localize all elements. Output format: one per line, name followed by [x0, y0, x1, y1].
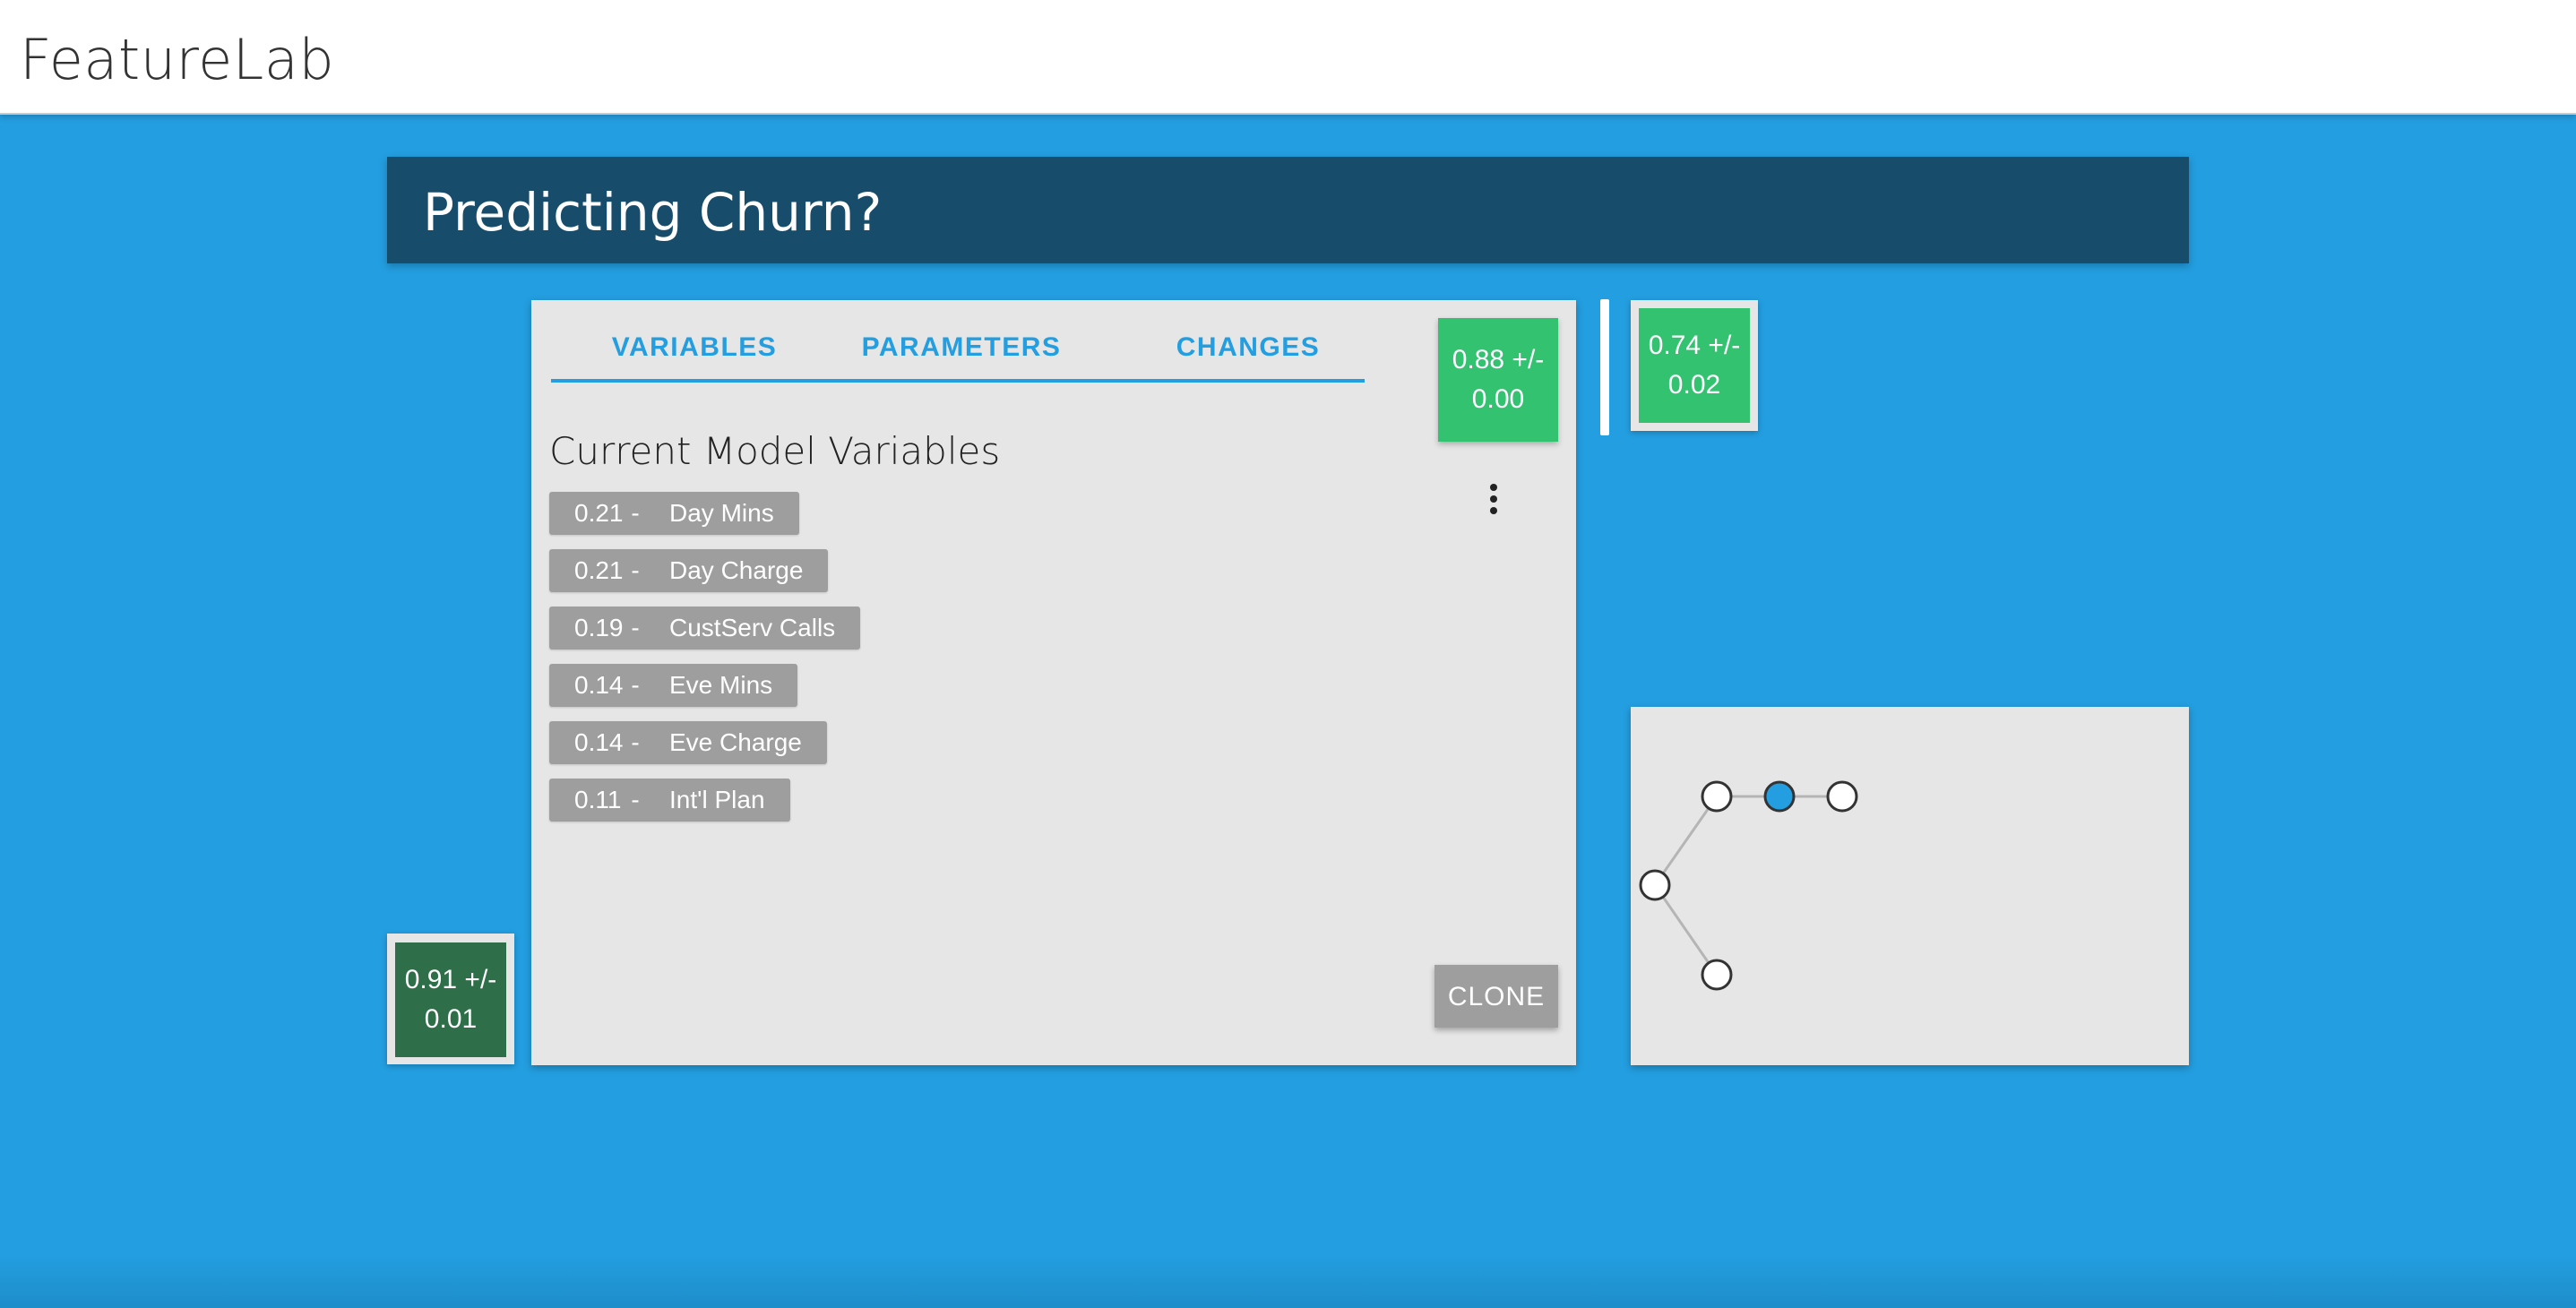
variable-name: Int'l Plan	[669, 786, 765, 813]
tree-node[interactable]	[1826, 780, 1858, 813]
tab-parameters[interactable]: PARAMETERS	[818, 325, 1105, 379]
variable-chip[interactable]: 0.21 - Day Charge	[549, 549, 829, 592]
variable-separator: -	[631, 728, 640, 756]
variable-name: Eve Mins	[669, 671, 773, 699]
variable-list: 0.21 - Day Mins 0.21 - Day Charge 0.19 -…	[549, 492, 861, 836]
variable-chip[interactable]: 0.11 - Int'l Plan	[549, 779, 790, 822]
next-model-score[interactable]: 0.74 +/- 0.02	[1639, 308, 1750, 423]
page-title: Predicting Churn?	[423, 182, 883, 243]
variable-separator: -	[631, 499, 640, 527]
variable-importance: 0.14	[574, 728, 624, 756]
model-history-tree	[1631, 707, 2189, 1065]
dot	[1490, 484, 1497, 491]
model-tabs: VARIABLES PARAMETERS CHANGES	[551, 325, 1365, 383]
history-tree-graph	[1639, 780, 1858, 991]
next-score-error: 0.02	[1667, 370, 1721, 400]
variable-name: Eve Charge	[669, 728, 802, 756]
previous-score-value: 0.91 +/-	[404, 965, 497, 994]
variable-importance: 0.21	[574, 556, 624, 584]
variable-chip[interactable]: 0.19 - CustServ Calls	[549, 607, 861, 650]
variable-name: CustServ Calls	[669, 614, 836, 641]
variable-name: Day Mins	[669, 499, 774, 527]
next-score-value: 0.74 +/-	[1648, 331, 1741, 360]
tab-changes[interactable]: CHANGES	[1105, 325, 1391, 379]
variable-separator: -	[631, 556, 640, 584]
tree-node[interactable]	[1701, 780, 1733, 813]
variable-importance: 0.14	[574, 671, 624, 699]
model-card: VARIABLES PARAMETERS CHANGES Current Mod…	[531, 300, 1576, 1065]
top-app-bar: FeatureLab	[0, 0, 2576, 115]
timeline-divider	[1600, 299, 1609, 435]
dot	[1490, 495, 1497, 503]
tree-node[interactable]	[1701, 959, 1733, 991]
variable-separator: -	[631, 786, 640, 813]
variable-separator: -	[631, 614, 640, 641]
variable-chip[interactable]: 0.14 - Eve Charge	[549, 721, 827, 764]
section-title: Current Model Variables	[549, 429, 1001, 473]
tab-variables[interactable]: VARIABLES	[551, 325, 838, 379]
variable-importance: 0.21	[574, 499, 624, 527]
previous-model-score[interactable]: 0.91 +/- 0.01	[395, 942, 506, 1057]
clone-button[interactable]: CLONE	[1434, 965, 1558, 1028]
dot	[1490, 507, 1497, 514]
variable-name: Day Charge	[669, 556, 804, 584]
current-model-score[interactable]: 0.88 +/- 0.00	[1438, 318, 1558, 442]
tree-node-root[interactable]	[1639, 869, 1671, 901]
current-score-value: 0.88 +/-	[1452, 345, 1545, 374]
page-header: Predicting Churn?	[387, 157, 2189, 263]
app-brand[interactable]: FeatureLab	[20, 27, 334, 92]
variable-importance: 0.19	[574, 614, 624, 641]
variable-importance: 0.11	[574, 786, 622, 813]
more-options-icon[interactable]	[1486, 484, 1501, 520]
current-score-error: 0.00	[1471, 384, 1525, 414]
bottom-shadow	[0, 1254, 2576, 1308]
tree-edge	[1653, 796, 1719, 886]
variable-chip[interactable]: 0.21 - Day Mins	[549, 492, 799, 535]
tree-edge	[1653, 884, 1719, 976]
variable-chip[interactable]: 0.14 - Eve Mins	[549, 664, 798, 707]
variable-separator: -	[631, 671, 640, 699]
tree-node-selected[interactable]	[1763, 780, 1796, 813]
previous-score-error: 0.01	[424, 1004, 478, 1034]
